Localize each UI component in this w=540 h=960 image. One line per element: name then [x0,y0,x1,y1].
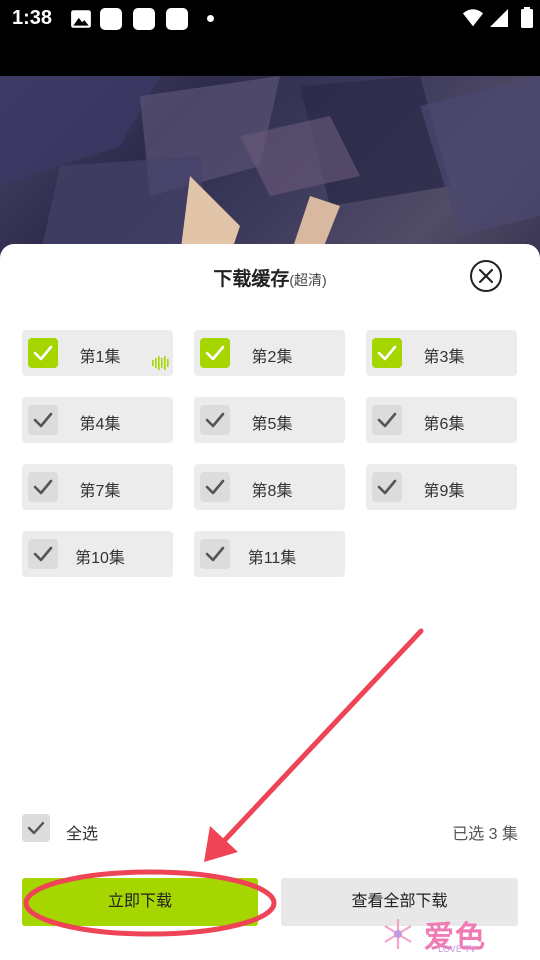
episode-item[interactable]: 第4集 [22,397,173,443]
episode-item[interactable]: 第7集 [22,464,173,510]
wifi-icon [462,9,484,27]
sound-wave-icon [152,356,169,370]
snowflake-logo-icon [384,919,412,949]
check-icon [27,821,45,835]
episode-label: 第11集 [247,550,297,567]
notification-icon [133,8,155,30]
episode-item[interactable]: 第11集 [194,531,345,577]
close-button[interactable] [470,260,502,292]
episode-label: 第8集 [251,483,293,500]
notification-icon [166,8,188,30]
episode-label: 第3集 [423,349,465,366]
video-letterbox [0,36,540,76]
close-icon [478,268,494,284]
sheet-title: 下载缓存(超清) [0,264,540,291]
status-time: 1:38 [12,7,53,29]
sheet-title-text: 下载缓存 [213,269,290,290]
episode-label: 第9集 [423,483,465,500]
episode-label: 第7集 [79,483,121,500]
download-now-button[interactable]: 立即下载 [22,878,258,926]
episode-label: 第6集 [423,416,465,433]
status-bar: 1:38 [0,0,540,36]
signal-icon [490,9,508,27]
selected-count: 已选 3 集 [452,826,518,843]
select-all-label[interactable]: 全选 [66,820,98,844]
episode-item[interactable]: 第2集 [194,330,345,376]
battery-icon [521,7,533,28]
episode-item[interactable]: 第9集 [366,464,517,510]
watermark: 爱色 LOVE TV [380,912,510,958]
notification-icon [100,8,122,30]
episode-item[interactable]: 第6集 [366,397,517,443]
episode-item[interactable]: 第5集 [194,397,345,443]
episode-label: 第2集 [251,349,293,366]
episode-label: 第5集 [251,416,293,433]
quality-label: (超清) [289,272,327,288]
episode-item[interactable]: 第10集 [22,531,173,577]
more-notifications-icon [207,15,214,22]
episode-item[interactable]: 第3集 [366,330,517,376]
episode-label: 第4集 [79,416,121,433]
image-icon [71,10,91,28]
video-player[interactable] [0,76,540,256]
episode-item[interactable]: 第8集 [194,464,345,510]
watermark-sub: LOVE TV [438,945,476,955]
select-all-checkbox[interactable] [22,814,50,842]
episode-label: 第10集 [75,550,125,567]
video-frame [0,76,540,256]
download-sheet: 下载缓存(超清) 第1集 第2集 第3集第4集 第5集 第6集第7集 第8集 第9集第10集… [0,244,540,960]
episode-item[interactable]: 第1集 [22,330,173,376]
